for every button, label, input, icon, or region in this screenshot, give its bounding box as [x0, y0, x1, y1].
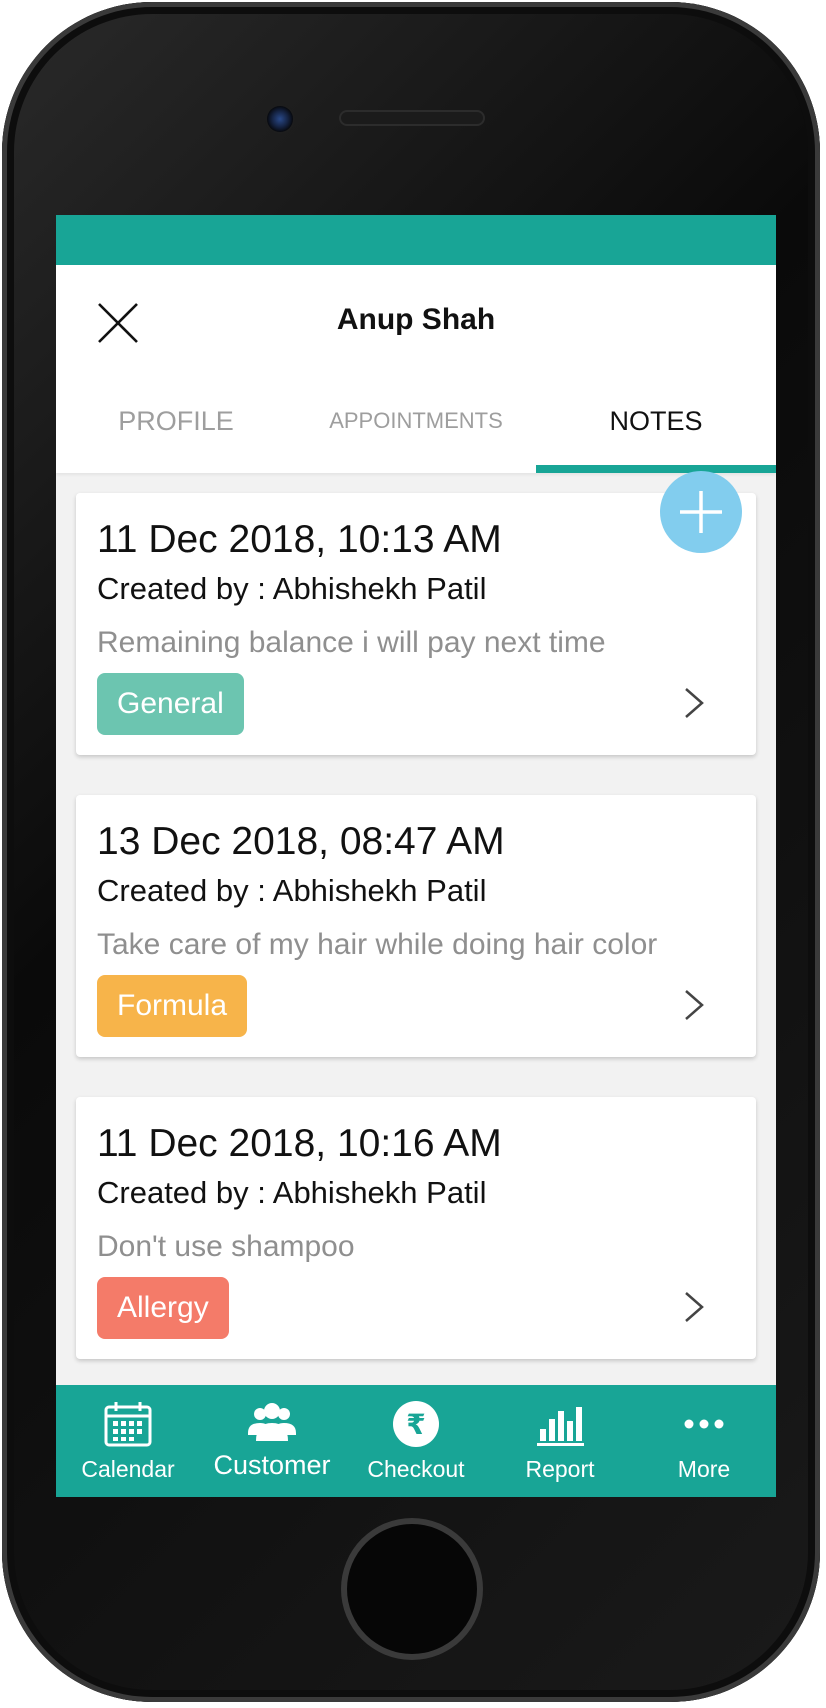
bar-chart-icon [534, 1399, 586, 1449]
nav-calendar[interactable]: Calendar [56, 1385, 200, 1497]
nav-report[interactable]: Report [488, 1385, 632, 1497]
note-author: Created by : Abhishekh Patil [97, 873, 487, 908]
nav-checkout-label: Checkout [367, 1456, 465, 1482]
plus-icon [680, 491, 722, 533]
home-button[interactable] [347, 1524, 477, 1654]
calendar-icon [102, 1399, 154, 1449]
tab-notes[interactable]: NOTES [536, 387, 776, 473]
rupee-icon: ₹ [390, 1399, 442, 1449]
tab-bar: PROFILE APPOINTMENTS NOTES [56, 387, 776, 473]
note-date: 13 Dec 2018, 08:47 AM [97, 820, 505, 863]
note-author: Created by : Abhishekh Patil [97, 571, 487, 606]
more-dots-icon [678, 1399, 730, 1449]
nav-more-label: More [677, 1456, 731, 1482]
note-tag: General [97, 673, 244, 735]
earpiece-speaker [339, 110, 485, 126]
phone-frame: Anup Shah PROFILE APPOINTMENTS NOTES 11 … [2, 2, 820, 1702]
note-card[interactable]: 11 Dec 2018, 10:16 AM Created by : Abhis… [76, 1097, 756, 1359]
note-card[interactable]: 13 Dec 2018, 08:47 AM Created by : Abhis… [76, 795, 756, 1057]
header: Anup Shah PROFILE APPOINTMENTS NOTES [56, 265, 776, 473]
customers-icon [246, 1399, 298, 1449]
nav-report-label: Report [525, 1456, 595, 1482]
page-title: Anup Shah [336, 303, 496, 336]
chevron-right-icon [682, 1289, 706, 1325]
nav-more[interactable]: More [632, 1385, 776, 1497]
note-text: Take care of my hair while doing hair co… [97, 928, 658, 961]
chevron-right-icon [682, 685, 706, 721]
tab-appointments[interactable]: APPOINTMENTS [296, 387, 536, 473]
svg-text:₹: ₹ [406, 1408, 425, 1441]
nav-customer-label: Customer [213, 1450, 331, 1480]
note-text: Don't use shampoo [97, 1230, 355, 1263]
tab-notes-label: NOTES [609, 406, 703, 436]
nav-customer[interactable]: Customer [200, 1385, 344, 1497]
app-screen: Anup Shah PROFILE APPOINTMENTS NOTES 11 … [56, 215, 776, 1497]
note-card[interactable]: 11 Dec 2018, 10:13 AM Created by : Abhis… [76, 493, 756, 755]
note-date: 11 Dec 2018, 10:13 AM [97, 518, 502, 561]
front-camera [267, 106, 293, 132]
notes-list: 11 Dec 2018, 10:13 AM Created by : Abhis… [56, 473, 776, 1359]
note-tag: Formula [97, 975, 248, 1037]
note-text: Remaining balance i will pay next time [97, 626, 606, 659]
note-date: 11 Dec 2018, 10:16 AM [97, 1122, 502, 1165]
add-note-button[interactable] [660, 471, 742, 553]
note-tag: Allergy [97, 1277, 229, 1339]
chevron-right-icon [682, 987, 706, 1023]
bottom-nav: Calendar Customer ₹ Checkout Report More [56, 1385, 776, 1497]
nav-checkout[interactable]: ₹ Checkout [344, 1385, 488, 1497]
note-author: Created by : Abhishekh Patil [97, 1175, 487, 1210]
nav-calendar-label: Calendar [81, 1456, 175, 1482]
status-bar [56, 215, 776, 265]
tab-profile[interactable]: PROFILE [56, 387, 296, 473]
